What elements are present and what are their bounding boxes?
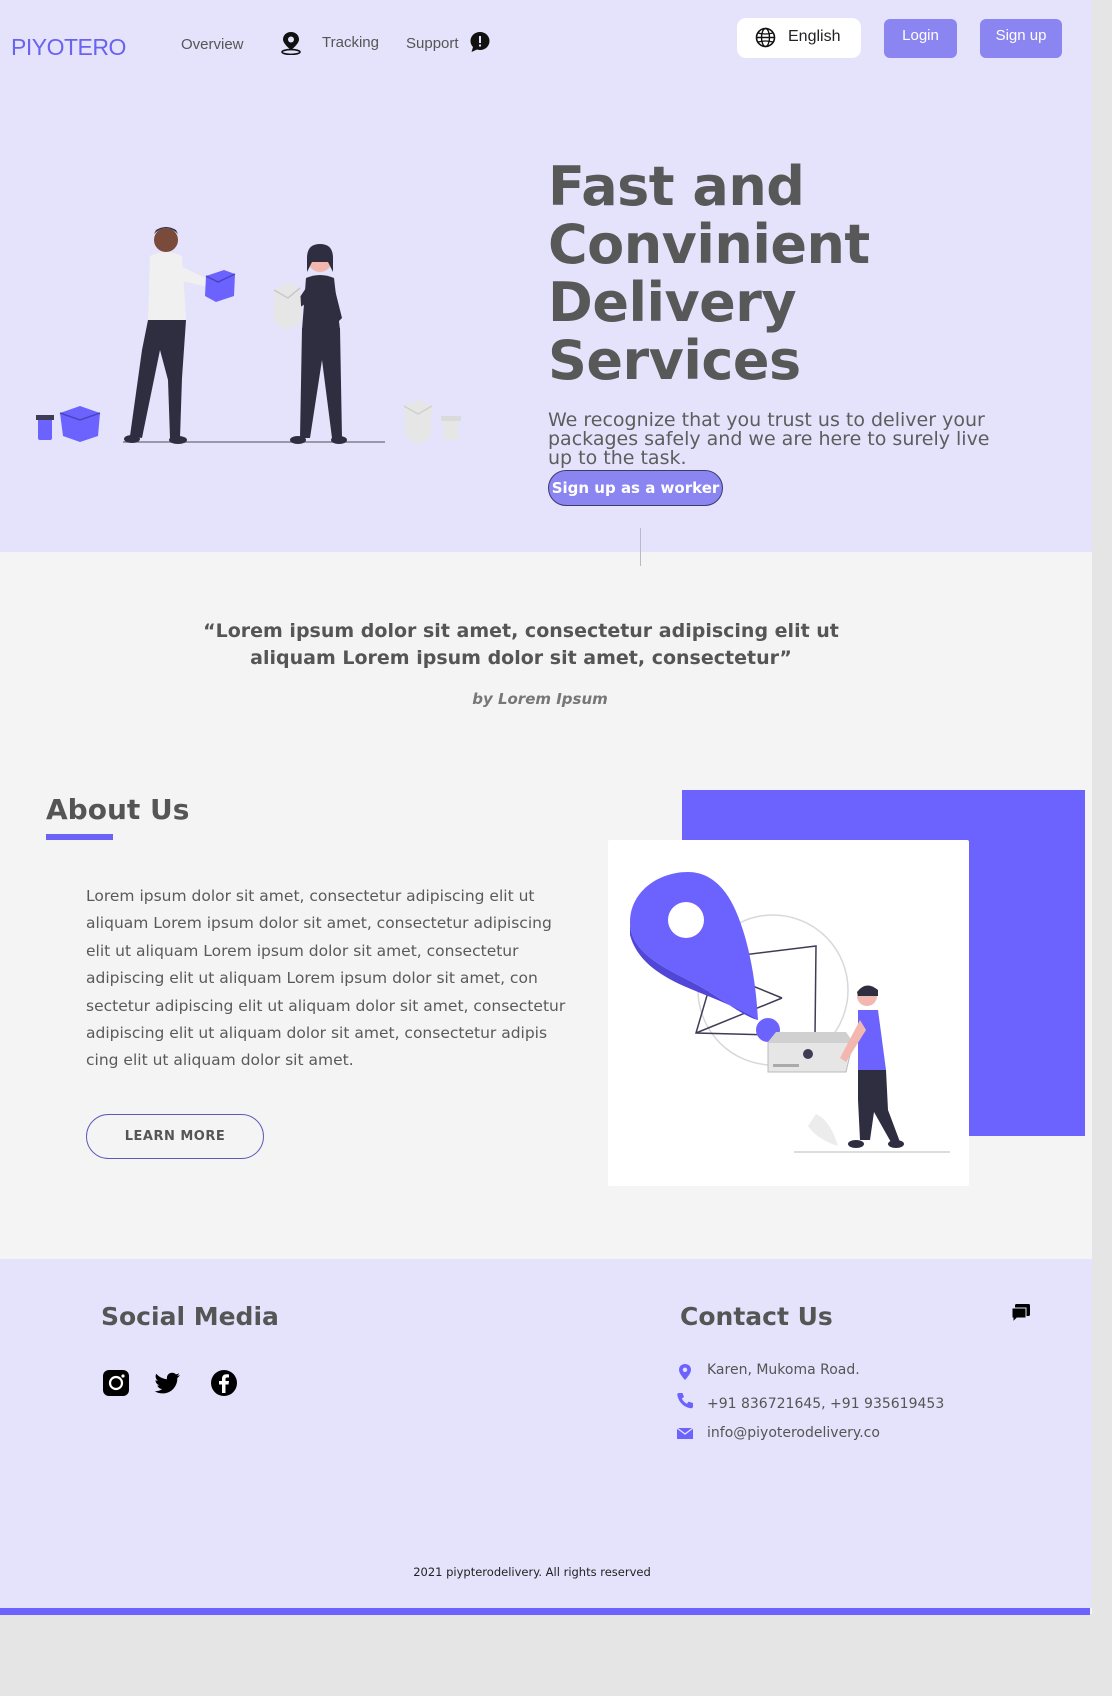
about-body: Lorem ipsum dolor sit amet, consectetur … (86, 887, 566, 1070)
messages-icon[interactable] (1010, 1302, 1032, 1324)
section-divider (640, 528, 641, 566)
phone-icon (677, 1393, 693, 1409)
delivery-illustration (36, 227, 461, 444)
learn-more-button[interactable]: LEARN MORE (86, 1114, 264, 1159)
chat-bubble-icon[interactable] (469, 31, 491, 53)
hero-title-line: Fast and (548, 155, 805, 218)
contact-email[interactable]: info@piyoterodelivery.co (707, 1425, 880, 1441)
globe-icon (755, 27, 776, 48)
hero-title: Fast and Convinient Delivery Services (548, 158, 968, 390)
hero-section: PIYOTERO Overview Tracking Support Engli… (0, 0, 1092, 552)
testimonial-quote: “Lorem ipsum dolor sit amet, consectetur… (203, 620, 839, 669)
twitter-icon[interactable] (152, 1368, 182, 1398)
signup-worker-button[interactable]: Sign up as a worker (548, 470, 723, 506)
hero-subtitle: We recognize that you trust us to delive… (548, 409, 990, 469)
hero-title-line: Delivery (548, 271, 797, 334)
about-image-card (608, 840, 969, 1186)
language-label: English (788, 28, 841, 45)
instagram-icon[interactable] (101, 1368, 131, 1398)
nav-overview[interactable]: Overview (181, 36, 244, 53)
nav-tracking[interactable]: Tracking (322, 34, 379, 51)
language-selector[interactable]: English (737, 18, 861, 58)
contact-address: Karen, Mukoma Road. (707, 1362, 860, 1378)
testimonial-author: by Lorem Ipsum (472, 690, 608, 708)
location-icon (679, 1364, 691, 1380)
contact-us-title: Contact Us (680, 1302, 833, 1331)
about-title: About Us (46, 793, 190, 826)
signup-button[interactable]: Sign up (980, 19, 1062, 58)
location-delivery-illustration (630, 872, 950, 1153)
mail-icon (676, 1427, 694, 1439)
facebook-icon[interactable] (209, 1368, 239, 1398)
footer-accent-bar (0, 1608, 1090, 1615)
contact-phone[interactable]: +91 836721645, +91 935619453 (707, 1396, 944, 1412)
hero-title-line: Convinient (548, 213, 870, 276)
about-title-underline (46, 834, 113, 840)
logo[interactable]: PIYOTERO (11, 34, 126, 61)
social-media-title: Social Media (101, 1302, 279, 1331)
copyright-text: 2021 piypterodelivery. All rights reserv… (413, 1565, 651, 1579)
location-pin-icon[interactable] (280, 31, 302, 55)
login-button[interactable]: Login (884, 19, 957, 58)
hero-title-line: Services (548, 329, 801, 392)
nav-support[interactable]: Support (406, 35, 459, 52)
